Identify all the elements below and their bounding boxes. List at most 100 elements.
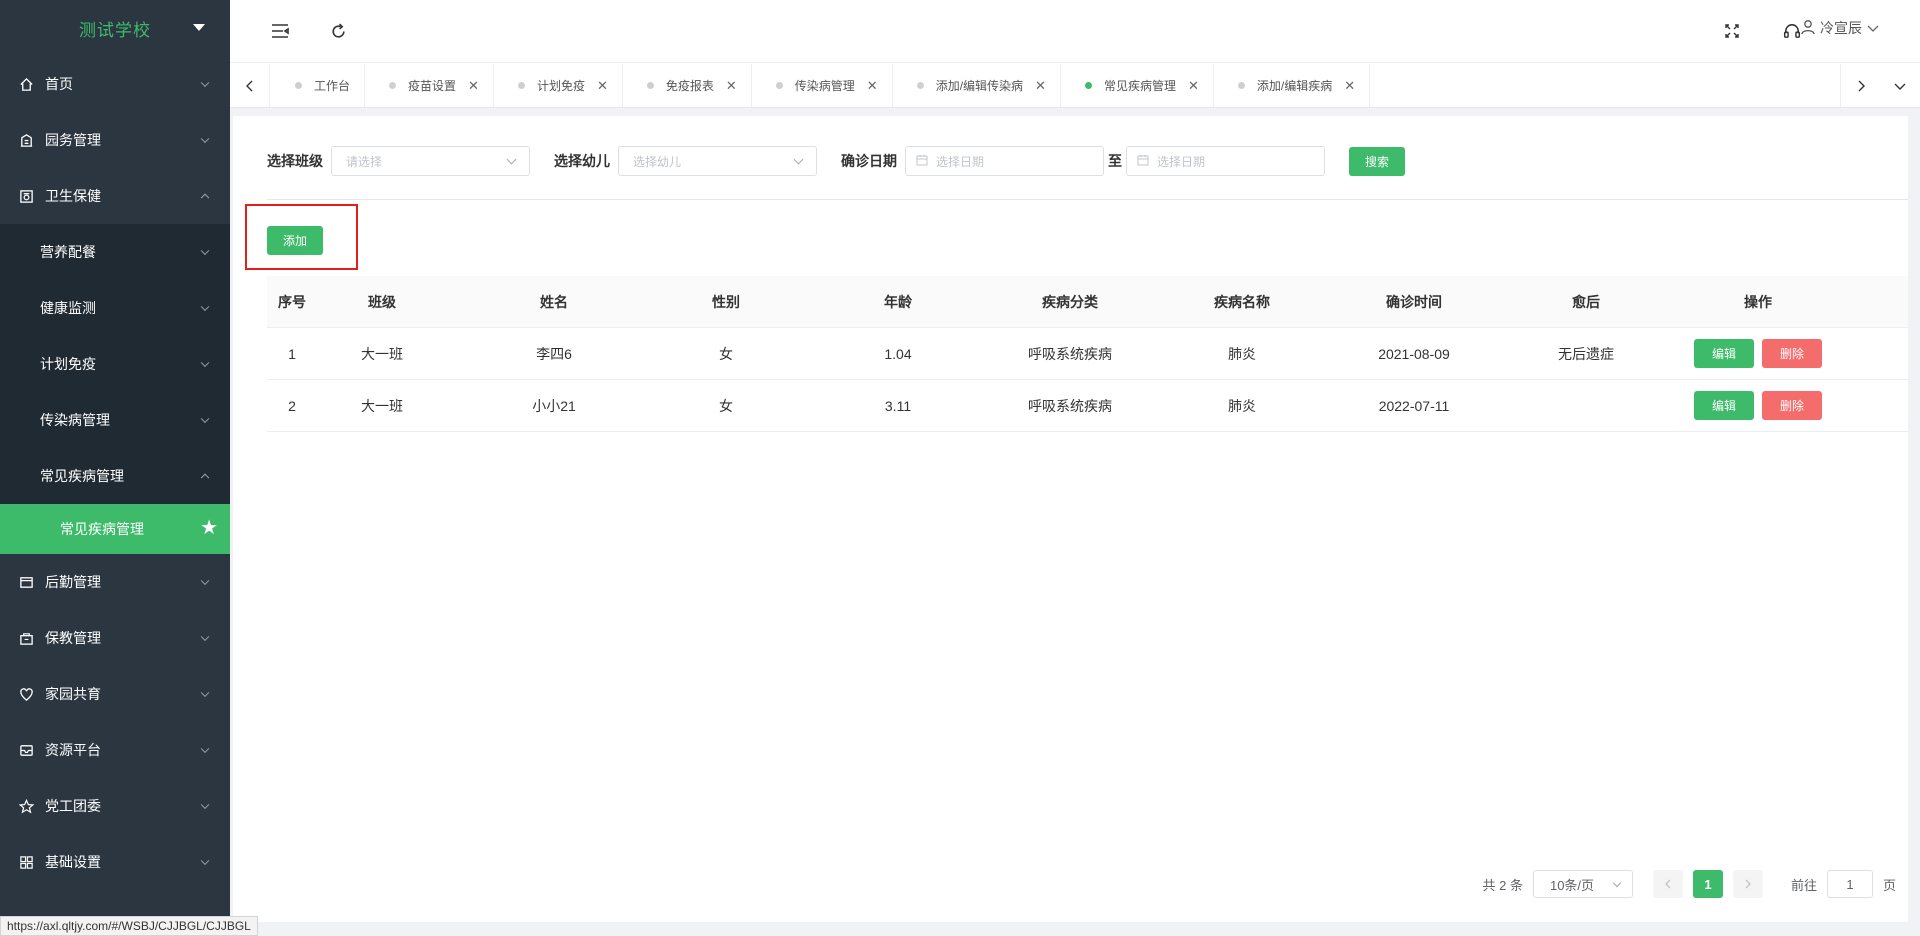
tab-scroll-right-icon[interactable]: [1840, 64, 1880, 107]
cell-class: 大一班: [361, 397, 403, 414]
sidebar-item-nutrition[interactable]: 营养配餐: [0, 224, 230, 280]
page-number-current[interactable]: 1: [1692, 870, 1723, 898]
sidebar-item-health-monitor[interactable]: 健康监测: [0, 280, 230, 336]
close-icon[interactable]: ✕: [468, 78, 479, 94]
close-icon[interactable]: ✕: [1188, 78, 1199, 94]
menu-fold-icon[interactable]: [270, 21, 290, 41]
sidebar-item-infectious[interactable]: 传染病管理: [0, 392, 230, 448]
sidebar-item-label: 传染病管理: [40, 412, 110, 428]
filter-bar: 选择班级 请选择 选择幼儿 选择幼儿 确诊日期 选择日期 至 选择日期 搜索: [267, 146, 1405, 176]
page-size-select[interactable]: 10条/页: [1532, 870, 1633, 898]
home-icon: [18, 76, 34, 92]
star-icon[interactable]: ★: [200, 518, 218, 538]
chevron-up-icon: [200, 473, 210, 483]
tab-immunization-report[interactable]: 免疫报表 ✕: [623, 64, 752, 107]
sidebar-item-campus[interactable]: 园务管理: [0, 112, 230, 168]
refresh-icon[interactable]: [328, 21, 348, 41]
sidebar-item-label: 计划免疫: [40, 356, 96, 372]
tab-scroll-left-icon[interactable]: [230, 64, 270, 107]
tab-menu-chevron-icon[interactable]: [1880, 64, 1920, 107]
class-label: 选择班级: [267, 153, 323, 169]
table-row: 1 大一班 李四6 女 1.04 呼吸系统疾病 肺炎 2021-08-09 无后…: [267, 328, 1908, 380]
goto-page-input[interactable]: 1: [1826, 870, 1873, 898]
next-page-button[interactable]: [1732, 870, 1763, 898]
close-icon[interactable]: ✕: [1035, 78, 1046, 94]
sidebar-item-home[interactable]: 首页: [0, 56, 230, 112]
app-root: 测试学校 首页 园务管理 卫生保健 营养配餐 健康监测 计划免疫 传染病管理 常…: [0, 0, 1920, 936]
class-select[interactable]: 请选择: [331, 146, 530, 176]
status-url: https://axl.qltjy.com/#/WSBJ/CJJBGL/CJJB…: [0, 916, 258, 936]
teaching-icon: [18, 630, 34, 646]
delete-button[interactable]: 删除: [1762, 339, 1822, 368]
sidebar-item-immunization[interactable]: 计划免疫: [0, 336, 230, 392]
col-header-disease: 疾病名称: [1214, 293, 1270, 310]
tab-edit-disease[interactable]: 添加/编辑疾病 ✕: [1214, 64, 1371, 107]
tab-edit-infectious[interactable]: 添加/编辑传染病 ✕: [893, 64, 1061, 107]
sidebar-item-label: 党工团委: [45, 798, 101, 814]
chevron-down-icon: [200, 134, 210, 144]
edit-button[interactable]: 编辑: [1694, 339, 1754, 368]
tab-infectious[interactable]: 传染病管理 ✕: [752, 64, 893, 107]
close-icon[interactable]: ✕: [867, 78, 878, 94]
sidebar-item-label: 后勤管理: [45, 574, 101, 590]
tab-common-disease[interactable]: 常见疾病管理 ✕: [1061, 64, 1214, 107]
add-button[interactable]: 添加: [267, 226, 323, 255]
sidebar-item-health[interactable]: 卫生保健: [0, 168, 230, 224]
chevron-down-icon: [200, 688, 210, 698]
col-header-age: 年龄: [884, 293, 912, 310]
edit-button[interactable]: 编辑: [1694, 391, 1754, 420]
user-menu[interactable]: 冷宣辰: [1800, 18, 1880, 38]
tab-workbench[interactable]: 工作台: [271, 64, 366, 107]
sidebar-item-party[interactable]: 党工团委: [0, 778, 230, 834]
tab-label: 计划免疫: [536, 79, 585, 93]
cell-class: 大一班: [361, 345, 403, 362]
search-button[interactable]: 搜索: [1349, 146, 1405, 176]
chevron-down-icon: [200, 800, 210, 810]
resource-icon: [18, 742, 34, 758]
col-header-date: 确诊时间: [1386, 293, 1442, 310]
cell-date: 2021-08-09: [1378, 345, 1450, 362]
cell-age: 3.11: [884, 397, 912, 414]
tab-label: 传染病管理: [794, 79, 855, 93]
headset-icon[interactable]: [1782, 21, 1802, 41]
prev-page-button[interactable]: [1652, 870, 1683, 898]
close-icon[interactable]: ✕: [597, 78, 608, 94]
sidebar-item-label: 常见疾病管理: [60, 521, 144, 537]
chevron-down-icon: [200, 576, 210, 586]
child-select[interactable]: 选择幼儿: [618, 146, 817, 176]
date-start-input[interactable]: 选择日期: [905, 146, 1104, 176]
date-end-input[interactable]: 选择日期: [1126, 146, 1325, 176]
chevron-down-icon: [1612, 878, 1622, 888]
sidebar-item-label: 园务管理: [45, 132, 101, 148]
sidebar-item-home-school[interactable]: 家园共育: [0, 666, 230, 722]
close-icon[interactable]: ✕: [726, 78, 737, 94]
sidebar-item-common-disease-active[interactable]: 常见疾病管理 ★: [0, 504, 230, 554]
fullscreen-icon[interactable]: [1722, 21, 1742, 41]
tab-vaccine-settings[interactable]: 疫苗设置 ✕: [365, 64, 494, 107]
sidebar-item-label: 资源平台: [45, 742, 101, 758]
col-header-category: 疾病分类: [1042, 293, 1098, 310]
building-icon: [18, 132, 34, 148]
sidebar-item-label: 保教管理: [45, 630, 101, 646]
top-header: 冷宣辰: [230, 0, 1920, 63]
delete-button[interactable]: 删除: [1762, 391, 1822, 420]
child-label: 选择幼儿: [554, 153, 610, 169]
col-header-index: 序号: [278, 293, 306, 310]
tab-dot: [517, 82, 525, 89]
close-icon[interactable]: ✕: [1344, 78, 1355, 94]
school-switcher[interactable]: 测试学校: [0, 0, 230, 56]
sidebar-item-settings[interactable]: 基础设置: [0, 834, 230, 890]
sidebar-item-teaching[interactable]: 保教管理: [0, 610, 230, 666]
sidebar-item-common-disease[interactable]: 常见疾病管理: [0, 448, 230, 504]
cell-index: 1: [288, 345, 296, 362]
tab-immunization[interactable]: 计划免疫 ✕: [494, 64, 623, 107]
chevron-down-icon: [200, 302, 210, 312]
cell-gender: 女: [719, 345, 733, 362]
disease-table: 序号 班级 姓名 性别 年龄 疾病分类 疾病名称 确诊时间 愈后 操作 1 大一…: [267, 276, 1908, 432]
date-start-placeholder: 选择日期: [936, 154, 985, 169]
cell-disease: 肺炎: [1228, 345, 1256, 362]
sidebar-item-resource[interactable]: 资源平台: [0, 722, 230, 778]
cell-actions: 编辑 删除: [1693, 339, 1823, 368]
tab-dot: [295, 82, 302, 89]
sidebar-item-logistics[interactable]: 后勤管理: [0, 554, 230, 610]
